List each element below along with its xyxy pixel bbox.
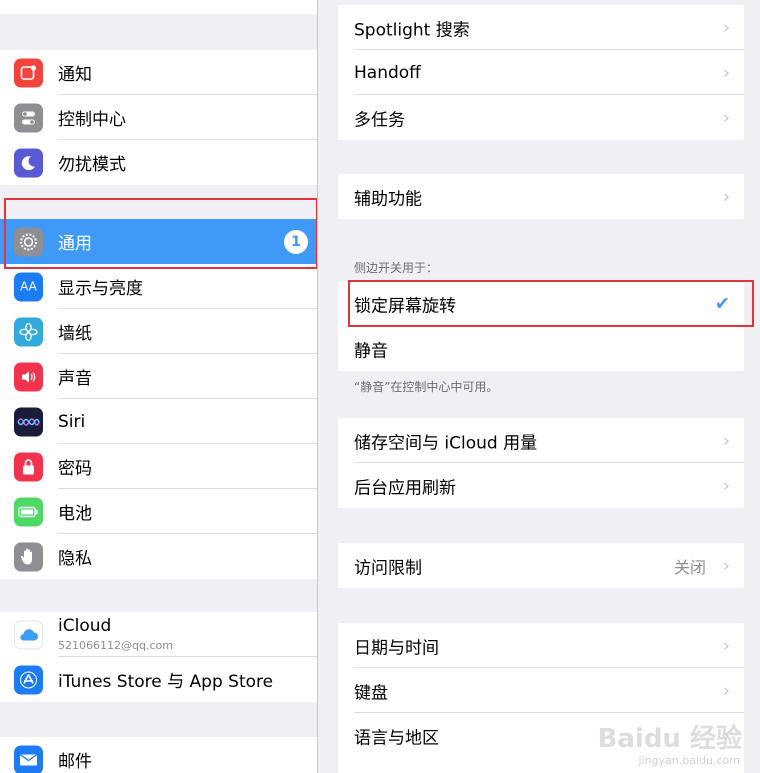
sidebar-item-battery[interactable]: 电池 <box>0 489 317 534</box>
app-store-icon <box>14 665 43 694</box>
sidebar-item-mail[interactable]: 邮件 <box>0 737 317 773</box>
date-time-row[interactable]: 日期与时间 › <box>338 623 744 668</box>
row-label: 静音 <box>354 341 388 361</box>
accessibility-row[interactable]: 辅助功能 › <box>338 174 744 219</box>
handoff-row[interactable]: Handoff › <box>338 50 744 95</box>
sidebar-item-display[interactable]: AA 显示与亮度 <box>0 264 317 309</box>
chevron-right-icon: › <box>722 475 730 496</box>
sidebar-item-label: 隐私 <box>58 549 92 569</box>
sidebar-item-label: 墙纸 <box>58 324 92 344</box>
sidebar-item-general[interactable]: 通用 1 <box>0 219 317 264</box>
text-size-icon: AA <box>14 272 43 301</box>
siri-icon <box>14 407 43 436</box>
row-label: Handoff <box>354 62 421 83</box>
side-switch-footer: “静音”在控制中心中可用。 <box>354 380 499 394</box>
restrictions-value: 关闭 <box>673 557 706 577</box>
row-label: 多任务 <box>354 110 405 130</box>
mute-option[interactable]: 静音 <box>338 326 744 371</box>
sidebar-item-siri[interactable]: Siri <box>0 399 317 444</box>
chevron-right-icon: › <box>722 62 730 83</box>
spotlight-search-row[interactable]: Spotlight 搜索 › <box>338 5 744 50</box>
sidebar-item-label: iCloud <box>58 616 112 636</box>
gear-icon <box>14 227 43 256</box>
sidebar-item-icloud[interactable]: iCloud 521066112@qq.com <box>0 612 317 657</box>
sidebar-item-label: 显示与亮度 <box>58 279 143 299</box>
sidebar-item-passcode[interactable]: 密码 <box>0 444 317 489</box>
chevron-right-icon: › <box>722 680 730 701</box>
sidebar-item-label: 密码 <box>58 459 92 479</box>
sidebar-item-sounds[interactable]: 声音 <box>0 354 317 399</box>
lock-rotation-option[interactable]: 锁定屏幕旋转 ✔ <box>338 281 744 326</box>
restrictions-row[interactable]: 访问限制 关闭 › <box>338 543 744 588</box>
sidebar-item-notifications[interactable]: 通知 <box>0 50 317 95</box>
baidu-watermark: Baidu 经验 <box>597 724 742 754</box>
account-email: 521066112@qq.com <box>58 639 173 652</box>
storage-row[interactable]: 储存空间与 iCloud 用量 › <box>338 418 744 463</box>
keyboard-row[interactable]: 键盘 › <box>338 668 744 713</box>
sidebar-group-mail: 邮件 <box>0 737 317 773</box>
sidebar-group-accounts: iCloud 521066112@qq.com iTunes Store 与 A… <box>0 612 317 702</box>
notification-icon <box>14 58 43 87</box>
side-switch-header: 侧边开关用于： <box>354 261 439 275</box>
main-group-restrictions: 访问限制 关闭 › <box>338 543 744 588</box>
sidebar-item-privacy[interactable]: 隐私 <box>0 534 317 579</box>
hand-icon <box>14 542 43 571</box>
sidebar-item-do-not-disturb[interactable]: 勿扰模式 <box>0 140 317 185</box>
sidebar-item-control-center[interactable]: 控制中心 <box>0 95 317 140</box>
sidebar-item-label: 声音 <box>58 369 92 389</box>
toggles-icon <box>14 103 43 132</box>
row-label: 锁定屏幕旋转 <box>354 296 456 316</box>
sidebar-item-label: 控制中心 <box>58 110 126 130</box>
main-group-storage: 储存空间与 iCloud 用量 › 后台应用刷新 › <box>338 418 744 508</box>
sidebar-item-label: 邮件 <box>58 752 92 772</box>
row-label: 储存空间与 iCloud 用量 <box>354 433 538 453</box>
main-group-features: Spotlight 搜索 › Handoff › 多任务 › <box>338 5 744 140</box>
chevron-right-icon: › <box>722 430 730 451</box>
row-label: Spotlight 搜索 <box>354 20 470 40</box>
sidebar-item-label: iTunes Store 与 App Store <box>58 672 274 692</box>
row-label: 语言与地区 <box>354 728 439 748</box>
row-label: 访问限制 <box>354 558 422 578</box>
main-group-accessibility: 辅助功能 › <box>338 174 744 219</box>
sidebar-group-notifications: 通知 控制中心 勿扰模式 <box>0 50 317 185</box>
checkmark-icon: ✔ <box>714 293 730 314</box>
row-label: 后台应用刷新 <box>354 478 456 498</box>
moon-icon <box>14 148 43 177</box>
mail-icon <box>14 745 43 773</box>
baidu-watermark-url: jingyan.baidu.com <box>638 754 740 767</box>
row-label: 辅助功能 <box>354 189 422 209</box>
chevron-right-icon: › <box>722 635 730 656</box>
sidebar-item-wallpaper[interactable]: 墙纸 <box>0 309 317 354</box>
update-badge: 1 <box>284 229 308 254</box>
row-label: 日期与时间 <box>354 638 439 658</box>
battery-icon <box>14 497 43 526</box>
row-label: 键盘 <box>354 683 388 703</box>
main-group-side-switch: 锁定屏幕旋转 ✔ 静音 <box>338 281 744 371</box>
chevron-right-icon: › <box>722 186 730 207</box>
chevron-right-icon: › <box>722 17 730 38</box>
sidebar-item-label: 电池 <box>58 504 92 524</box>
multitasking-row[interactable]: 多任务 › <box>338 95 744 140</box>
sidebar-item-label: 通知 <box>58 65 92 85</box>
speaker-icon <box>14 362 43 391</box>
background-refresh-row[interactable]: 后台应用刷新 › <box>338 463 744 508</box>
sidebar-item-label: 勿扰模式 <box>58 155 126 175</box>
sidebar-item-label: 通用 <box>58 234 92 254</box>
lock-icon <box>14 452 43 481</box>
chevron-right-icon: › <box>722 555 730 576</box>
settings-sidebar: 通知 控制中心 勿扰模式 通用 1 AA 显示与亮度 墙纸 声音 Siri 密码… <box>0 0 318 773</box>
sidebar-group-general: 通用 1 AA 显示与亮度 墙纸 声音 Siri 密码 电池 隐私 <box>0 219 317 579</box>
general-settings-panel: Spotlight 搜索 › Handoff › 多任务 › 辅助功能 › 侧边… <box>338 0 744 773</box>
cloud-icon <box>14 620 43 649</box>
sidebar-item-app-store[interactable]: iTunes Store 与 App Store <box>0 657 317 702</box>
chevron-right-icon: › <box>722 107 730 128</box>
sidebar-top-group <box>0 0 317 14</box>
sidebar-item-label: Siri <box>58 411 86 432</box>
flower-icon <box>14 317 43 346</box>
